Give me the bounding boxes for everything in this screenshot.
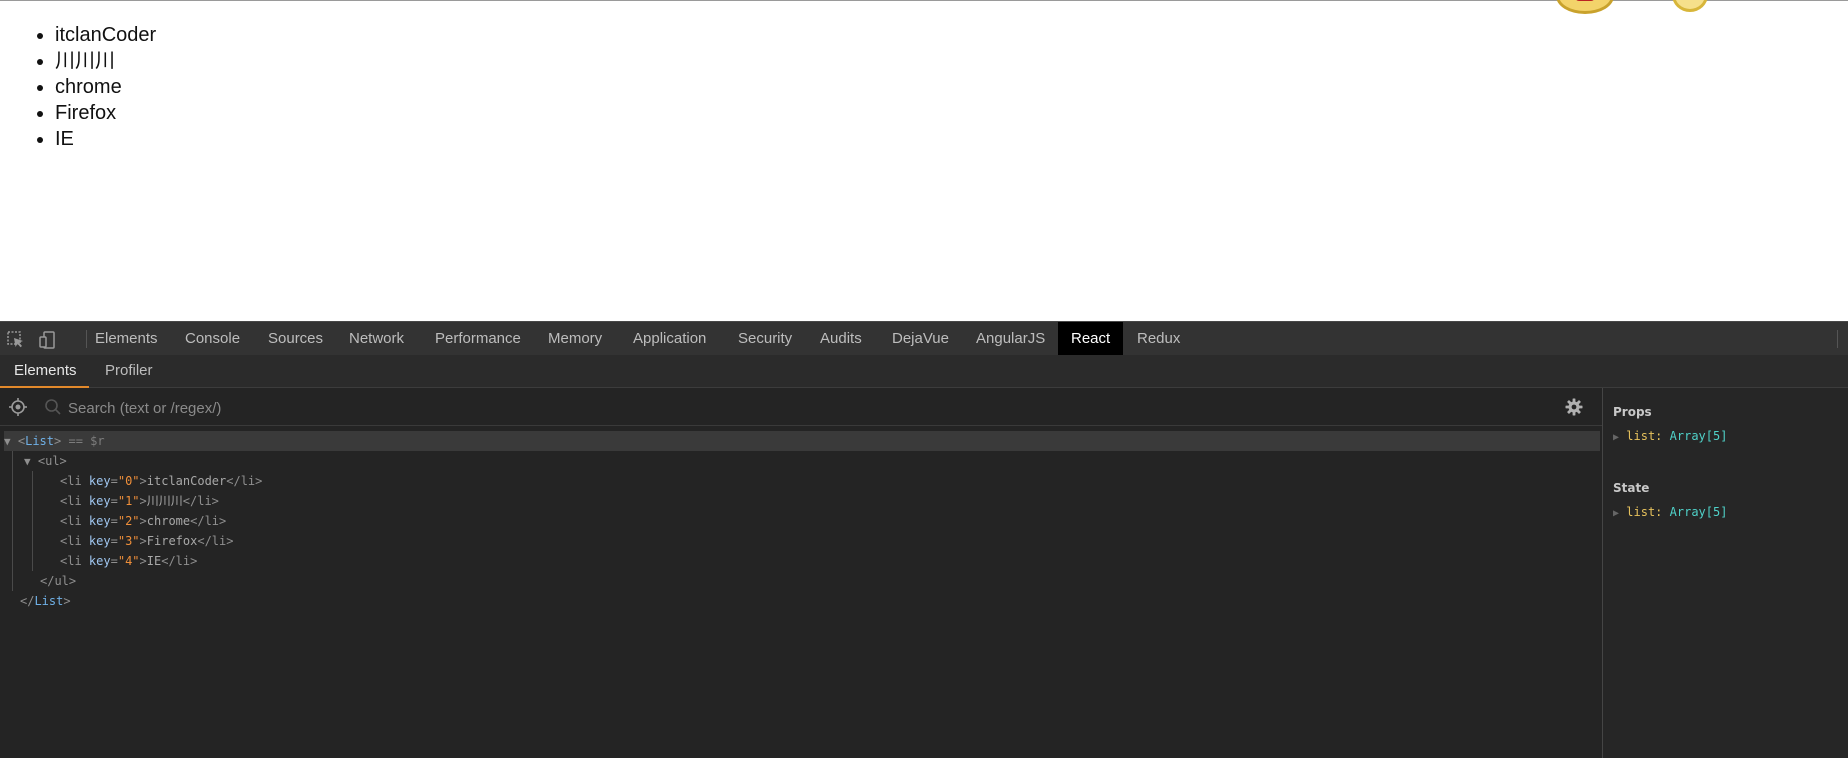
prop-row[interactable]: ▶ list: Array[5] bbox=[1613, 427, 1727, 445]
tree-node-li[interactable]: <li key="1">川川川</li> bbox=[60, 491, 219, 511]
devtools-tabbar: Elements Console Sources Network Perform… bbox=[0, 321, 1848, 356]
props-state-panel: Props ▶ list: Array[5] State ▶ list: Arr… bbox=[1602, 388, 1848, 758]
tab-react[interactable]: React bbox=[1058, 322, 1124, 356]
select-component-icon[interactable] bbox=[8, 397, 28, 422]
tree-node-li[interactable]: <li key="4">IE</li> bbox=[60, 551, 197, 571]
tab-redux[interactable]: Redux bbox=[1124, 322, 1193, 356]
tree-node-ul[interactable]: ▼ <ul> bbox=[24, 451, 67, 471]
sticker-image bbox=[1556, 0, 1614, 14]
list-item: chrome bbox=[55, 74, 156, 100]
subtab-profiler[interactable]: Profiler bbox=[91, 355, 167, 388]
tab-dejavue[interactable]: DejaVue bbox=[879, 322, 962, 356]
tab-angularjs[interactable]: AngularJS bbox=[963, 322, 1058, 356]
tree-node-li[interactable]: <li key="0">itclanCoder</li> bbox=[60, 471, 262, 491]
device-toolbar-icon[interactable] bbox=[38, 330, 58, 350]
state-row[interactable]: ▶ list: Array[5] bbox=[1613, 503, 1727, 521]
collapse-arrow-icon[interactable]: ▼ bbox=[4, 435, 11, 448]
tree-node-li[interactable]: <li key="3">Firefox</li> bbox=[60, 531, 233, 551]
tree-node-list[interactable]: ▼ <List> == $r bbox=[4, 431, 1600, 451]
tab-console[interactable]: Console bbox=[172, 322, 253, 356]
page-viewport: itclanCoder 川川川 chrome Firefox IE bbox=[0, 0, 1848, 321]
tab-sources[interactable]: Sources bbox=[255, 322, 336, 356]
devtools-panel: Elements Console Sources Network Perform… bbox=[0, 321, 1848, 758]
collapse-arrow-icon[interactable]: ▼ bbox=[24, 455, 31, 468]
expand-arrow-icon[interactable]: ▶ bbox=[1613, 508, 1619, 519]
state-heading: State bbox=[1613, 481, 1650, 495]
tab-performance[interactable]: Performance bbox=[422, 322, 534, 356]
tab-memory[interactable]: Memory bbox=[535, 322, 615, 356]
expand-arrow-icon[interactable]: ▶ bbox=[1613, 432, 1619, 443]
tree-node-li[interactable]: <li key="2">chrome</li> bbox=[60, 511, 226, 531]
list-item: IE bbox=[55, 126, 156, 152]
component-tree-pane: ▼ <List> == $r ▼ <ul> <li key="0">itclan… bbox=[0, 388, 1602, 758]
tab-application[interactable]: Application bbox=[620, 322, 719, 356]
browser-list: itclanCoder 川川川 chrome Firefox IE bbox=[0, 22, 156, 152]
tree-guide-line bbox=[12, 451, 13, 591]
props-heading: Props bbox=[1613, 405, 1652, 419]
search-input[interactable] bbox=[66, 395, 1520, 421]
tabbar-divider bbox=[1837, 330, 1838, 348]
tab-elements[interactable]: Elements bbox=[82, 322, 171, 356]
search-icon bbox=[44, 398, 62, 421]
react-subtabbar: Elements Profiler bbox=[0, 355, 1848, 388]
tab-network[interactable]: Network bbox=[336, 322, 417, 356]
list-item: 川川川 bbox=[55, 48, 156, 74]
tree-node-list-close[interactable]: </List> bbox=[20, 591, 71, 611]
list-item: itclanCoder bbox=[55, 22, 156, 48]
gear-icon[interactable] bbox=[1564, 397, 1584, 422]
search-row bbox=[0, 388, 1602, 426]
tab-security[interactable]: Security bbox=[725, 322, 805, 356]
tree-node-ul-close[interactable]: </ul> bbox=[40, 571, 76, 591]
tree-guide-line bbox=[32, 471, 33, 571]
inspect-element-icon[interactable] bbox=[6, 330, 26, 350]
tab-audits[interactable]: Audits bbox=[807, 322, 875, 356]
subtab-elements[interactable]: Elements bbox=[0, 355, 89, 388]
list-item: Firefox bbox=[55, 100, 156, 126]
sticker-image bbox=[1672, 0, 1708, 12]
